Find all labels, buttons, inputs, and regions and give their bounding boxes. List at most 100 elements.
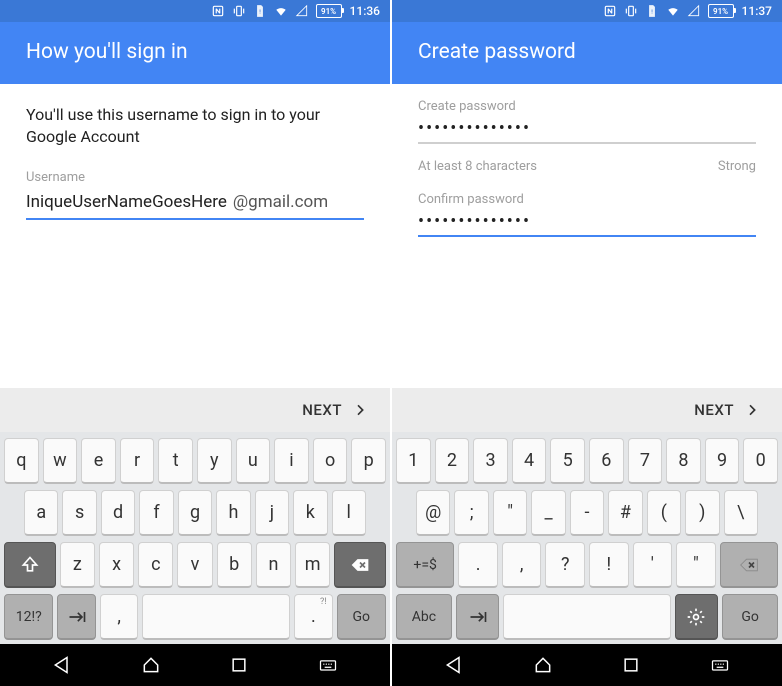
- go-key[interactable]: Go: [337, 594, 386, 640]
- next-button-label: NEXT: [694, 401, 734, 419]
- key-s[interactable]: s: [62, 490, 96, 536]
- key-d[interactable]: d: [101, 490, 135, 536]
- period-key[interactable]: . ?!: [294, 594, 332, 640]
- space-key[interactable]: [503, 594, 671, 640]
- tab-key[interactable]: [57, 594, 95, 640]
- key-0[interactable]: 0: [743, 438, 778, 484]
- key-i[interactable]: i: [274, 438, 309, 484]
- key-apostrophe[interactable]: ': [633, 542, 673, 588]
- key-k[interactable]: k: [293, 490, 327, 536]
- key-2[interactable]: 2: [435, 438, 470, 484]
- key-n[interactable]: n: [256, 542, 291, 588]
- key-g[interactable]: g: [178, 490, 212, 536]
- mode-sym-key[interactable]: +=$: [396, 542, 454, 588]
- key-3[interactable]: 3: [473, 438, 508, 484]
- key-semicolon[interactable]: ;: [454, 490, 488, 536]
- key-m[interactable]: m: [295, 542, 330, 588]
- settings-key[interactable]: [675, 594, 718, 640]
- key-underscore[interactable]: _: [531, 490, 565, 536]
- nav-recent-icon[interactable]: [621, 655, 641, 675]
- nfc-icon: [211, 4, 225, 18]
- key-4[interactable]: 4: [512, 438, 547, 484]
- backspace-key[interactable]: [334, 542, 386, 588]
- comma-key[interactable]: ,: [100, 594, 138, 640]
- key-at[interactable]: @: [416, 490, 450, 536]
- username-input[interactable]: IniqueUserNameGoesHere: [26, 191, 227, 214]
- key-u[interactable]: u: [236, 438, 271, 484]
- nav-bar: [392, 644, 782, 686]
- key-row-2: a s d f g h j k l: [4, 490, 386, 536]
- key-l[interactable]: l: [332, 490, 366, 536]
- key-6[interactable]: 6: [589, 438, 624, 484]
- create-password-input[interactable]: ••••••••••••••: [418, 120, 756, 144]
- nav-keyboard-icon[interactable]: [318, 655, 338, 675]
- page-header: How you'll sign in: [0, 22, 390, 84]
- tab-icon: [67, 607, 87, 627]
- key-lparen[interactable]: (: [647, 490, 681, 536]
- mode-key[interactable]: 12!?: [4, 594, 53, 640]
- shift-key[interactable]: [4, 542, 56, 588]
- nav-keyboard-icon[interactable]: [710, 655, 730, 675]
- username-input-row[interactable]: IniqueUserNameGoesHere @gmail.com: [26, 191, 364, 220]
- tab-icon: [468, 607, 488, 627]
- key-x[interactable]: x: [99, 542, 134, 588]
- status-icons: ! 91%: [211, 4, 342, 18]
- key-t[interactable]: t: [158, 438, 193, 484]
- nav-home-icon[interactable]: [533, 655, 553, 675]
- status-time: 11:36: [350, 4, 380, 18]
- key-c[interactable]: c: [138, 542, 173, 588]
- key-dash[interactable]: -: [570, 490, 604, 536]
- key-exclaim[interactable]: !: [589, 542, 629, 588]
- key-7[interactable]: 7: [628, 438, 663, 484]
- key-e[interactable]: e: [81, 438, 116, 484]
- username-label: Username: [26, 169, 364, 187]
- key-q[interactable]: q: [4, 438, 39, 484]
- tab-key[interactable]: [456, 594, 499, 640]
- nav-back-icon[interactable]: [52, 655, 72, 675]
- key-5[interactable]: 5: [550, 438, 585, 484]
- key-p[interactable]: p: [351, 438, 386, 484]
- key-a[interactable]: a: [24, 490, 58, 536]
- key-w[interactable]: w: [43, 438, 78, 484]
- key-8[interactable]: 8: [666, 438, 701, 484]
- backspace-icon: [739, 555, 759, 575]
- key-b[interactable]: b: [217, 542, 252, 588]
- key-question[interactable]: ?: [545, 542, 585, 588]
- key-y[interactable]: y: [197, 438, 232, 484]
- key-o[interactable]: o: [313, 438, 348, 484]
- key-hash[interactable]: #: [608, 490, 642, 536]
- key-r[interactable]: r: [120, 438, 155, 484]
- key-v[interactable]: v: [177, 542, 212, 588]
- key-rparen[interactable]: ): [685, 490, 719, 536]
- key-backslash[interactable]: \: [724, 490, 758, 536]
- key-9[interactable]: 9: [705, 438, 740, 484]
- key-row-3: z x c v b n m: [4, 542, 386, 588]
- key-1[interactable]: 1: [396, 438, 431, 484]
- key-z[interactable]: z: [60, 542, 95, 588]
- key-f[interactable]: f: [139, 490, 173, 536]
- nav-recent-icon[interactable]: [229, 655, 249, 675]
- phone-password: ! 91% 11:37 Create password Create passw…: [392, 0, 782, 686]
- nav-back-icon[interactable]: [444, 655, 464, 675]
- key-dquote[interactable]: ": [676, 542, 716, 588]
- key-j[interactable]: j: [255, 490, 289, 536]
- subtitle: You'll use this username to sign in to y…: [26, 104, 364, 147]
- key-h[interactable]: h: [216, 490, 250, 536]
- backspace-key[interactable]: [720, 542, 778, 588]
- content-area: You'll use this username to sign in to y…: [0, 84, 390, 388]
- nav-home-icon[interactable]: [141, 655, 161, 675]
- page-title: Create password: [418, 40, 576, 64]
- phone-signin: ! 91% 11:36 How you'll sign in You'll us…: [0, 0, 390, 686]
- content-area: Create password •••••••••••••• At least …: [392, 84, 782, 388]
- mode-abc-key[interactable]: Abc: [396, 594, 452, 640]
- key-quote[interactable]: ": [493, 490, 527, 536]
- next-bar[interactable]: NEXT: [0, 388, 390, 432]
- key-row-2: @ ; " _ - # ( ) \: [396, 490, 778, 536]
- space-key[interactable]: [142, 594, 290, 640]
- key-period[interactable]: .: [458, 542, 498, 588]
- battery-icon: 91%: [708, 4, 734, 18]
- key-comma[interactable]: ,: [502, 542, 542, 588]
- next-bar[interactable]: NEXT: [392, 388, 782, 432]
- confirm-password-input[interactable]: ••••••••••••••: [418, 213, 756, 237]
- go-key[interactable]: Go: [722, 594, 778, 640]
